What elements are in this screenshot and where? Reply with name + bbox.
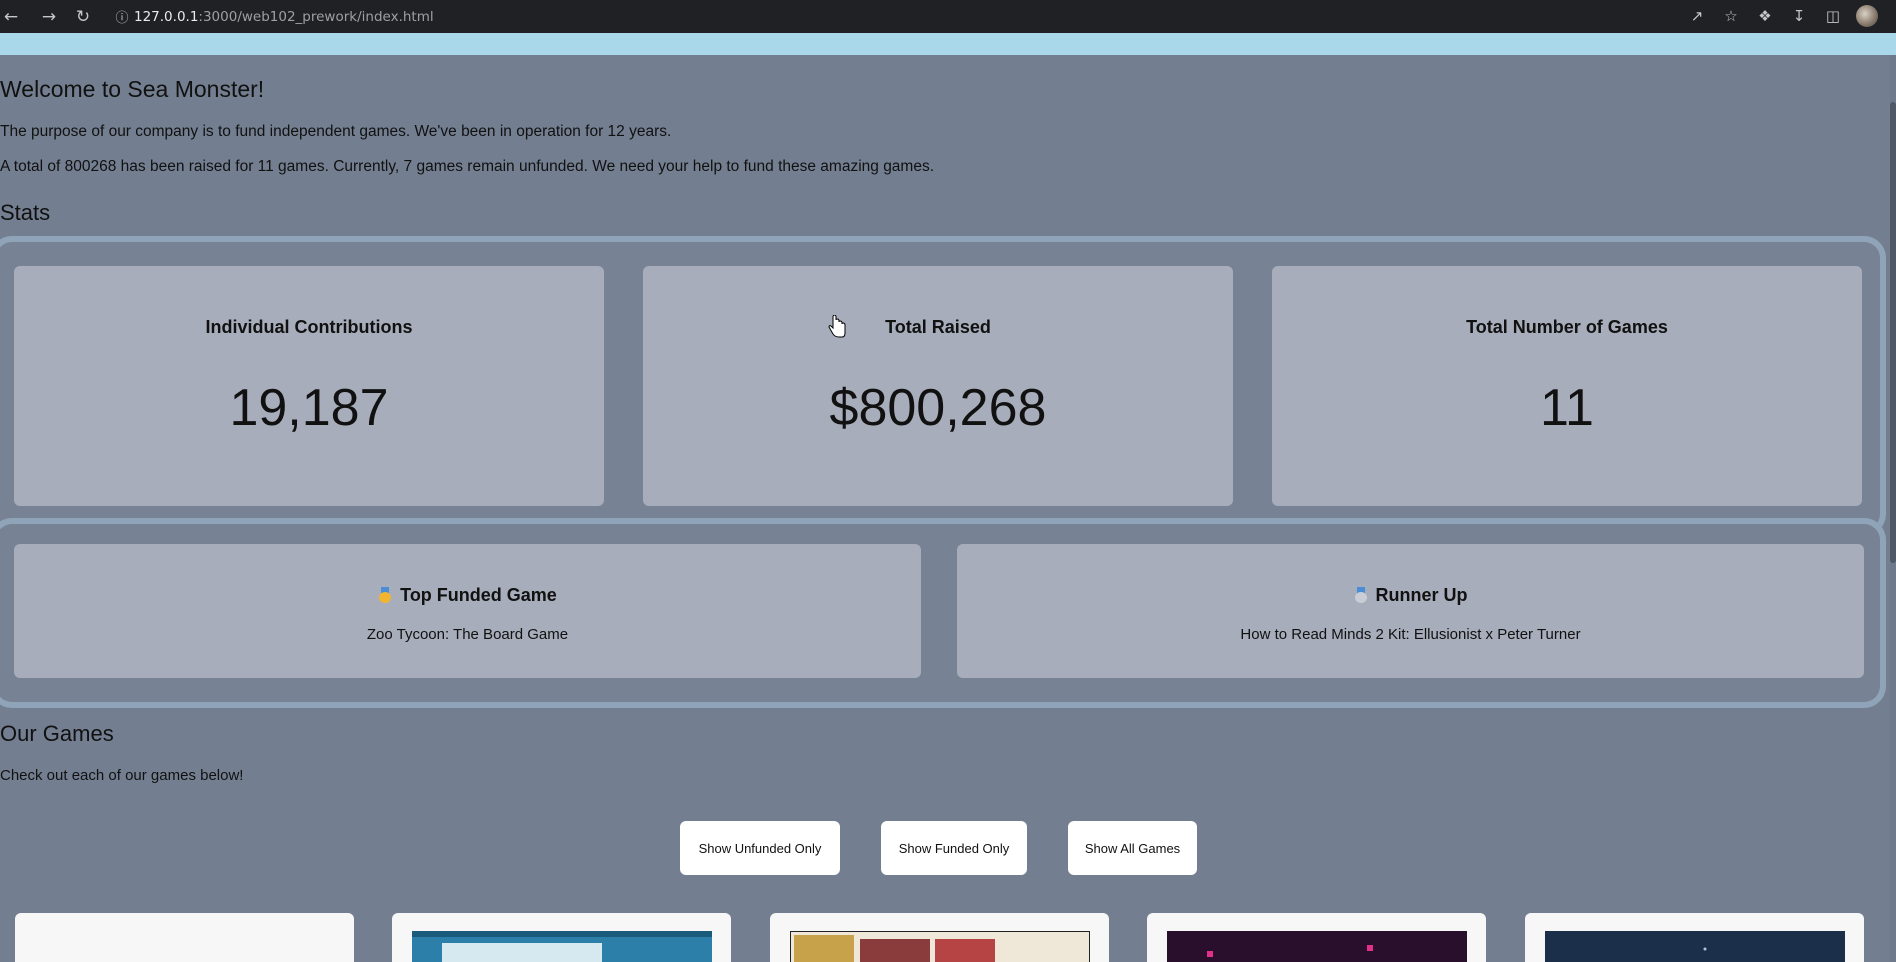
game-image (790, 931, 1090, 962)
runner-up-heading: Runner Up (1375, 585, 1468, 605)
gold-medal-icon (378, 587, 392, 603)
extensions-icon[interactable]: ❖ (1754, 3, 1776, 29)
reload-icon[interactable]: ↻ (70, 4, 96, 30)
runner-up-card: Runner Up How to Read Minds 2 Kit: Ellus… (957, 544, 1864, 678)
stats-heading: Stats (0, 200, 51, 225)
profile-avatar[interactable] (1856, 5, 1878, 27)
site-info-icon[interactable]: ⓘ (110, 7, 134, 26)
games-heading: Our Games (0, 721, 114, 746)
game-image (1167, 931, 1467, 962)
top-funded-heading: Top Funded Game (400, 585, 557, 605)
page-title: Welcome to Sea Monster! (0, 76, 265, 102)
bookmark-star-icon[interactable]: ☆ (1720, 3, 1742, 29)
download-icon[interactable]: ↧ (1788, 3, 1810, 29)
game-card[interactable] (1147, 913, 1486, 962)
url-path: :3000/web102_prework/index.html (198, 8, 434, 25)
game-image (412, 931, 712, 962)
stat-card-total-raised: Total Raised $800,268 (643, 266, 1233, 506)
back-icon[interactable]: ← (0, 4, 22, 30)
top-funded-name: Zoo Tycoon: The Board Game (366, 626, 569, 643)
intro-purpose: The purpose of our company is to fund in… (0, 123, 672, 140)
hand-cursor-icon (828, 315, 846, 338)
game-card[interactable] (392, 913, 731, 962)
stat-label: Total Number of Games (1466, 317, 1668, 337)
games-subtitle: Check out each of our games below! (0, 767, 244, 784)
stat-card-number-of-games: Total Number of Games 11 (1272, 266, 1862, 506)
side-panel-icon[interactable]: ◫ (1822, 3, 1844, 29)
stat-value: 19,187 (229, 379, 389, 437)
game-image (1545, 931, 1845, 962)
url-host: 127.0.0.1 (134, 8, 199, 25)
game-card[interactable] (1525, 913, 1864, 962)
show-unfunded-button[interactable]: Show Unfunded Only (680, 821, 840, 875)
share-icon[interactable]: ↗ (1686, 3, 1708, 29)
runner-up-name: How to Read Minds 2 Kit: Ellusionist x P… (1240, 626, 1581, 643)
stat-card-contributions: Individual Contributions 19,187 (14, 266, 604, 506)
game-card[interactable] (770, 913, 1109, 962)
game-card[interactable] (15, 913, 354, 962)
browser-toolbar: ← → ↻ ⓘ 127.0.0.1:3000/web102_prework/in… (0, 0, 1896, 33)
stat-label: Individual Contributions (205, 317, 413, 337)
header-strip (0, 33, 1896, 55)
show-all-button[interactable]: Show All Games (1068, 821, 1197, 875)
forward-icon[interactable]: → (36, 4, 62, 30)
stat-value: $800,268 (829, 379, 1047, 437)
stat-value: 11 (1540, 379, 1594, 437)
stat-label: Total Raised (885, 317, 991, 337)
intro-summary: A total of 800268 has been raised for 11… (0, 158, 935, 175)
show-funded-button[interactable]: Show Funded Only (881, 821, 1027, 875)
scrollbar-thumb[interactable] (1890, 102, 1896, 563)
address-bar[interactable]: ⓘ 127.0.0.1:3000/web102_prework/index.ht… (110, 3, 1684, 30)
page-scrollbar[interactable] (1890, 55, 1896, 962)
page-content: Welcome to Sea Monster! The purpose of o… (0, 55, 1890, 962)
game-image (35, 931, 335, 962)
top-funded-card: Top Funded Game Zoo Tycoon: The Board Ga… (14, 544, 921, 678)
silver-medal-icon (1354, 587, 1368, 603)
